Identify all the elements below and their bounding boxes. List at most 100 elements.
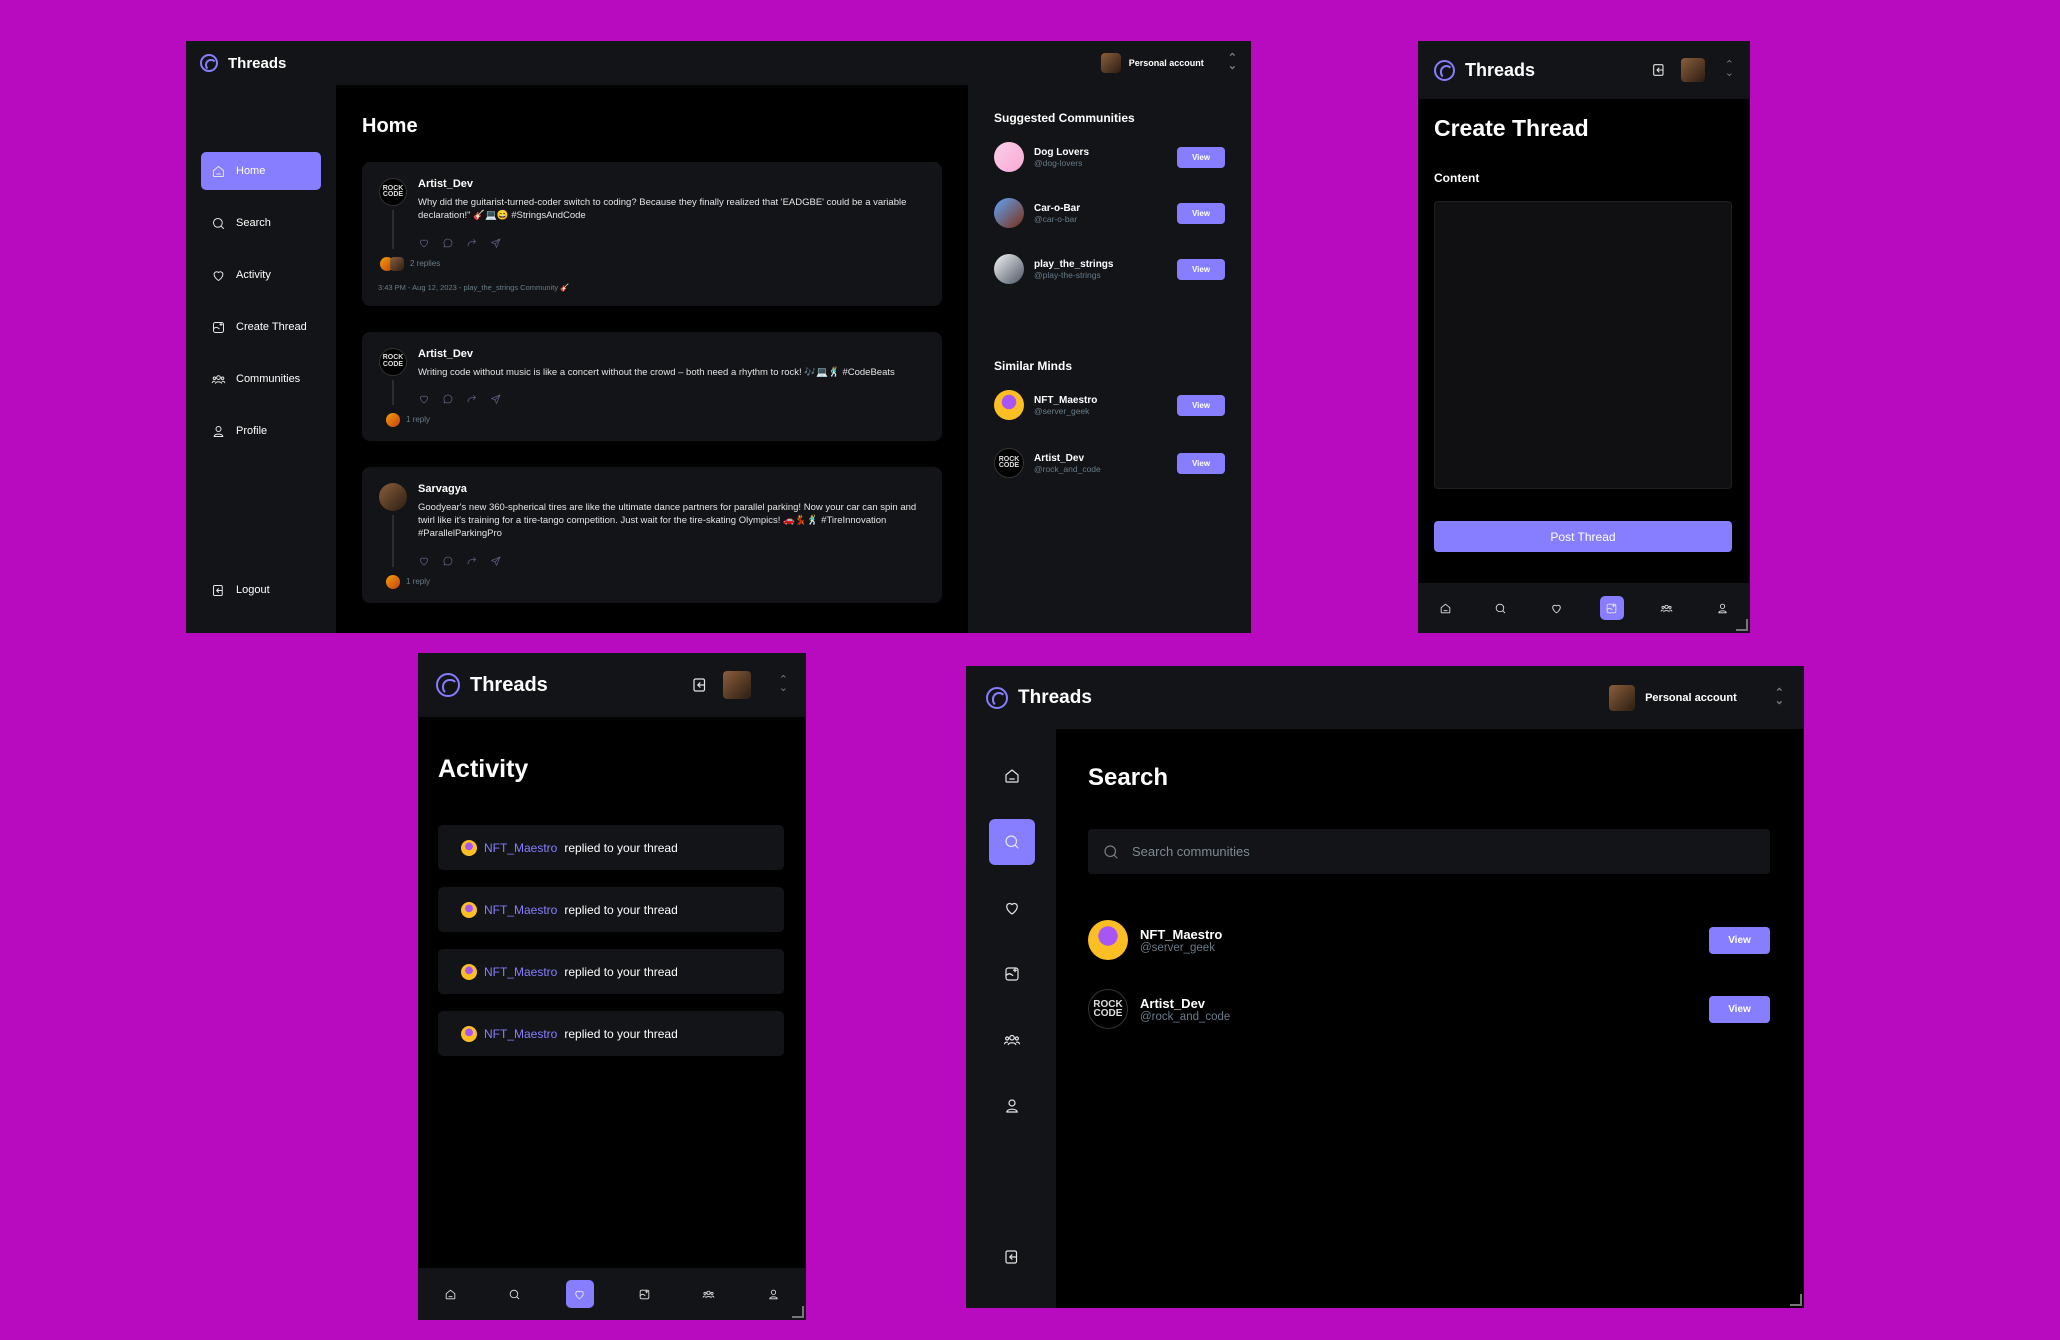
bottombar-item-activity[interactable] — [1544, 596, 1568, 620]
reply-icon[interactable] — [442, 555, 454, 567]
thread-text: Writing code without music is like a con… — [418, 366, 895, 378]
content-textarea[interactable] — [1434, 201, 1732, 489]
thread-author[interactable]: Artist_Dev — [418, 178, 926, 190]
avatar[interactable] — [1680, 58, 1705, 82]
reply-icon[interactable] — [442, 393, 454, 405]
reply-count[interactable]: 1 reply — [406, 577, 430, 586]
bottombar-item-search[interactable] — [1489, 596, 1513, 620]
avatar[interactable]: ROCK CODE — [379, 347, 407, 376]
share-icon[interactable] — [490, 237, 502, 249]
sidebar-item-home[interactable]: Home — [201, 152, 321, 190]
account-switcher[interactable]: Personal account ⌃ ⌄ — [1609, 684, 1784, 711]
view-button[interactable]: View — [1177, 146, 1225, 168]
reply-count[interactable]: 2 replies — [410, 259, 440, 268]
page-title: Search — [1088, 764, 1169, 791]
thread-author[interactable]: Sarvagya — [418, 483, 926, 495]
heart-icon[interactable] — [418, 237, 430, 249]
activity-item[interactable]: NFT_Maestro replied to your thread — [438, 825, 784, 870]
reply-count[interactable]: 1 reply — [406, 415, 430, 424]
profile-icon — [1716, 602, 1729, 615]
account-switcher[interactable]: Personal account ⌃ ⌄ — [1100, 53, 1237, 73]
view-button[interactable]: View — [1177, 452, 1225, 474]
heart-icon[interactable] — [418, 555, 430, 567]
avatar — [390, 256, 404, 271]
bottombar-item-profile[interactable] — [1710, 596, 1734, 620]
chevron-updown-icon[interactable]: ⌃ ⌄ — [1725, 60, 1734, 78]
profile-icon — [767, 1288, 780, 1301]
sidebar-item-communities[interactable]: Communities — [201, 360, 321, 398]
heart-icon[interactable] — [418, 393, 430, 405]
search-bar — [1088, 829, 1770, 874]
repost-icon[interactable] — [466, 237, 478, 249]
sidebar-item-search[interactable]: Search — [201, 204, 321, 242]
chevron-updown-icon[interactable]: ⌃ ⌄ — [779, 675, 788, 693]
view-button[interactable]: View — [1177, 258, 1225, 280]
view-button[interactable]: View — [1709, 926, 1770, 954]
app-logo[interactable]: Threads — [1434, 59, 1535, 81]
activity-item[interactable]: NFT_Maestro replied to your thread — [438, 887, 784, 932]
bottombar-item-search[interactable] — [501, 1280, 529, 1308]
app-logo[interactable]: Threads — [986, 686, 1092, 709]
avatar — [386, 574, 400, 589]
resize-handle[interactable] — [1736, 619, 1748, 631]
sidebar-item-label: Profile — [236, 425, 268, 437]
activity-user[interactable]: NFT_Maestro — [484, 841, 557, 855]
reply-icon[interactable] — [442, 237, 454, 249]
user-handle: @rock_and_code — [1034, 463, 1101, 474]
repost-icon[interactable] — [466, 555, 478, 567]
bottombar-item-create-thread[interactable] — [630, 1280, 658, 1308]
sidebar-item-create-thread[interactable]: Create Thread — [201, 308, 321, 346]
sidebar-item-profile[interactable] — [989, 1083, 1035, 1129]
app-logo[interactable]: Threads — [436, 673, 548, 697]
sidebar-item-activity[interactable]: Activity — [201, 256, 321, 294]
sidebar-item-label: Home — [236, 165, 266, 177]
community-name: Dog Lovers — [1034, 146, 1090, 158]
avatar[interactable] — [379, 482, 407, 511]
sidebar-item-activity[interactable] — [989, 885, 1035, 931]
activity-item[interactable]: NFT_Maestro replied to your thread — [438, 1011, 784, 1056]
share-icon[interactable] — [490, 555, 502, 567]
view-button[interactable]: View — [1177, 202, 1225, 224]
account-label: Personal account — [1128, 58, 1204, 68]
resize-handle[interactable] — [792, 1306, 804, 1318]
user-name: Artist_Dev — [1140, 995, 1206, 1011]
bottombar-item-create-thread[interactable] — [1599, 596, 1624, 620]
logout-button[interactable]: Logout — [201, 571, 321, 609]
create-thread-icon — [211, 320, 226, 335]
sidebar-item-search[interactable] — [989, 819, 1035, 865]
search-input[interactable] — [1132, 844, 1756, 859]
resize-handle[interactable] — [1790, 1294, 1802, 1306]
post-thread-button[interactable]: Post Thread — [1434, 521, 1732, 552]
activity-user[interactable]: NFT_Maestro — [484, 1027, 557, 1041]
share-icon[interactable] — [490, 393, 502, 405]
bottombar-item-communities[interactable] — [695, 1280, 723, 1308]
sidebar-item-home[interactable] — [989, 753, 1035, 799]
profile-icon — [211, 424, 226, 439]
bottombar-item-home[interactable] — [436, 1280, 464, 1308]
avatar[interactable] — [722, 671, 751, 699]
sidebar-item-create-thread[interactable] — [989, 951, 1035, 997]
bottombar-item-communities[interactable] — [1655, 596, 1679, 620]
thread-meta[interactable]: 3:43 PM - Aug 12, 2023 - play_the_string… — [378, 283, 926, 292]
thread-author[interactable]: Artist_Dev — [418, 348, 926, 360]
sidebar-item-communities[interactable] — [989, 1017, 1035, 1063]
activity-user[interactable]: NFT_Maestro — [484, 965, 557, 979]
logout-icon[interactable] — [1651, 62, 1667, 78]
app-logo[interactable]: Threads — [200, 54, 286, 72]
bottombar-item-home[interactable] — [1434, 596, 1458, 620]
activity-item[interactable]: NFT_Maestro replied to your thread — [438, 949, 784, 994]
sidebar-item-label: Create Thread — [236, 321, 307, 333]
bottombar-item-profile[interactable] — [760, 1280, 788, 1308]
repost-icon[interactable] — [466, 393, 478, 405]
list-item: Car-o-Bar @car-o-bar View — [994, 197, 1225, 229]
list-item: ROCK CODE Artist_Dev @rock_and_code View — [994, 447, 1225, 479]
view-button[interactable]: View — [1177, 394, 1225, 416]
sidebar-item-profile[interactable]: Profile — [201, 412, 321, 450]
bottombar-item-activity[interactable] — [565, 1280, 594, 1308]
logout-icon[interactable] — [691, 676, 709, 694]
logout-button[interactable] — [989, 1234, 1035, 1280]
sidebar-item-label: Search — [236, 217, 271, 229]
activity-user[interactable]: NFT_Maestro — [484, 903, 557, 917]
view-button[interactable]: View — [1709, 995, 1770, 1023]
avatar[interactable]: ROCK CODE — [379, 178, 407, 206]
